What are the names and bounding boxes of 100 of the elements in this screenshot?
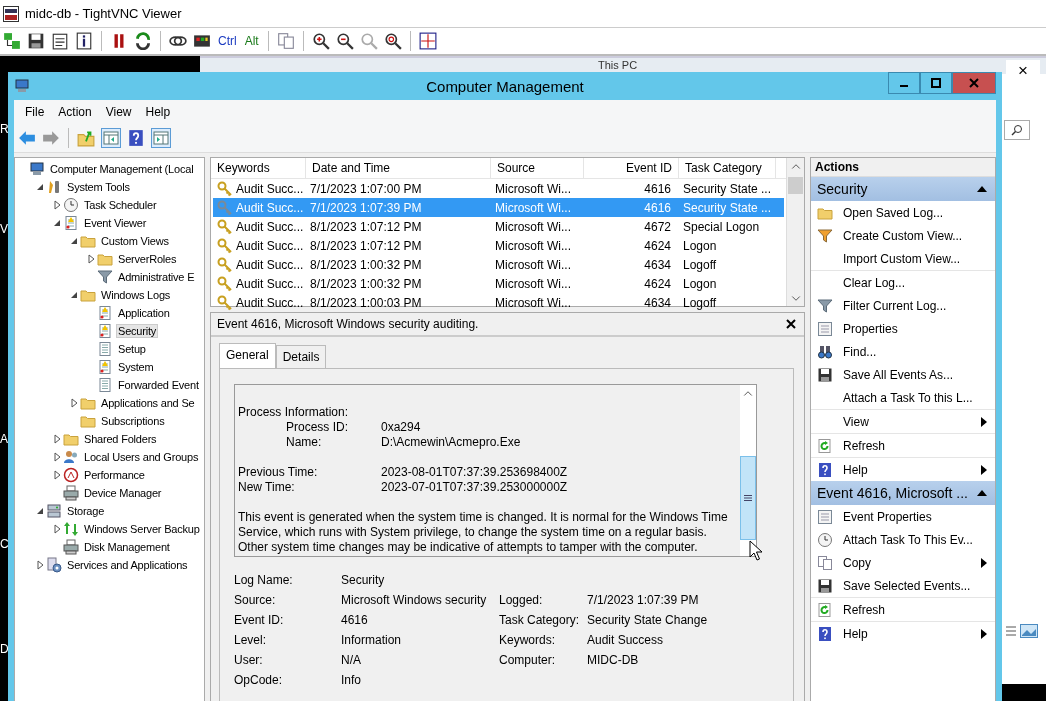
refresh-icon[interactable] <box>134 32 152 50</box>
tree-item[interactable]: Setup <box>116 342 148 356</box>
tree-item[interactable]: Forwarded Event <box>116 378 201 392</box>
expand-arrow-icon[interactable] <box>51 523 63 535</box>
tree-item[interactable]: Event Viewer <box>82 216 149 230</box>
tree-item[interactable]: Storage <box>65 504 107 518</box>
event-row[interactable]: Audit Succ... 8/1/2023 1:00:32 PM Microsoft Wi... 4634 Logoff <box>213 255 784 274</box>
scrollbar-thumb[interactable] <box>740 456 756 540</box>
ctrl-key-button[interactable]: Ctrl <box>217 34 238 48</box>
tree-item[interactable]: System <box>116 360 156 374</box>
scrollbar[interactable] <box>786 158 804 306</box>
alt-key-button[interactable]: Alt <box>243 34 260 48</box>
event-row[interactable]: Audit Succ... 8/1/2023 1:07:12 PM Microsoft Wi... 4624 Logon <box>213 236 784 255</box>
column-header[interactable]: Keywords <box>211 158 306 178</box>
picture-view-icon[interactable] <box>1020 624 1038 638</box>
save-icon[interactable] <box>27 32 45 50</box>
pane-command[interactable]: Save All Events As... <box>811 363 995 386</box>
clipboard-icon[interactable] <box>276 32 295 50</box>
expand-arrow-icon[interactable] <box>51 199 63 211</box>
pane-command[interactable]: Clear Log... <box>811 270 995 294</box>
pane-command[interactable]: Properties <box>811 317 995 340</box>
tree-item[interactable]: Device Manager <box>82 486 164 500</box>
event-row[interactable]: Audit Succ... 8/1/2023 1:00:32 PM Microsoft Wi... 4624 Logon <box>213 274 784 293</box>
tree-item[interactable]: Windows Server Backup <box>82 522 202 536</box>
tree-item[interactable]: ServerRoles <box>116 252 179 266</box>
table-cell-text: 4616 <box>643 181 672 196</box>
pane-command[interactable]: Help <box>811 621 995 645</box>
connection-icon[interactable] <box>3 32 21 50</box>
show-actions-toggle[interactable] <box>151 128 171 148</box>
expand-arrow-icon[interactable] <box>34 559 46 571</box>
tree-item[interactable]: Security <box>116 324 159 338</box>
expand-arrow-icon[interactable] <box>51 433 63 445</box>
pane-command[interactable]: Refresh <box>811 433 995 457</box>
column-header[interactable]: Date and Time <box>306 158 491 178</box>
section-header[interactable]: Security <box>811 177 995 201</box>
table-cell-text: 4624 <box>643 276 672 291</box>
fullscreen-icon[interactable] <box>418 32 437 50</box>
event-row[interactable]: Audit Succ... 8/1/2023 1:07:12 PM Microsoft Wi... 4672 Special Logon <box>213 217 784 236</box>
maximize-button[interactable] <box>920 72 952 94</box>
tree-item[interactable]: Custom Views <box>99 234 171 248</box>
expand-arrow-icon[interactable] <box>68 397 80 409</box>
tree-item[interactable]: Subscriptions <box>99 414 167 428</box>
scrollbar[interactable] <box>740 385 756 556</box>
pane-command[interactable]: View <box>811 409 995 433</box>
tree-item[interactable]: Local Users and Groups <box>82 450 201 464</box>
pane-command[interactable]: Event Properties <box>811 505 995 528</box>
field-label: OpCode: <box>234 673 284 687</box>
tree-item[interactable]: Administrative E <box>116 270 197 284</box>
column-header[interactable]: Task Category <box>679 158 776 178</box>
options-icon[interactable] <box>51 32 69 50</box>
tree-item[interactable]: Performance <box>82 468 147 482</box>
pane-command[interactable]: Copy <box>811 551 995 574</box>
event-row[interactable]: Audit Succ... 7/1/2023 1:07:00 PM Microsoft Wi... 4616 Security State ... <box>213 179 784 198</box>
pane-command[interactable]: Filter Current Log... <box>811 294 995 317</box>
menu-item[interactable]: View <box>98 103 139 121</box>
expand-arrow-icon[interactable] <box>51 451 63 463</box>
menu-item[interactable]: Help <box>138 103 178 121</box>
pane-command[interactable]: Open Saved Log... <box>811 201 995 224</box>
up-folder-icon[interactable] <box>77 129 95 147</box>
expand-arrow-icon[interactable] <box>51 469 63 481</box>
menu-item[interactable]: Action <box>51 103 99 121</box>
minimize-button[interactable] <box>888 72 920 94</box>
close-button[interactable] <box>952 72 996 94</box>
tree-item[interactable]: Application <box>116 306 172 320</box>
section-header[interactable]: Event 4616, Microsoft ... <box>811 481 995 505</box>
column-header[interactable]: Event ID <box>584 158 679 178</box>
section-heading: Process Information: <box>238 405 349 420</box>
scrollbar-thumb[interactable] <box>788 177 803 194</box>
menu-item[interactable]: File <box>18 103 52 121</box>
pane-command[interactable]: Find... <box>811 340 995 363</box>
show-tree-toggle[interactable] <box>101 128 121 148</box>
pane-command[interactable]: Import Custom View... <box>811 247 995 270</box>
pane-command[interactable]: Refresh <box>811 597 995 621</box>
search-field[interactable] <box>1004 120 1030 140</box>
event-row[interactable]: Audit Succ... 8/1/2023 1:00:03 PM Microsoft Wi... 4634 Logoff <box>213 293 784 312</box>
pane-command[interactable]: Attach Task To This Ev... <box>811 528 995 551</box>
zoom-fit-icon[interactable] <box>383 32 402 50</box>
tree-item[interactable]: Shared Folders <box>82 432 159 446</box>
tree-item[interactable]: Windows Logs <box>99 288 173 302</box>
zoom-in-icon[interactable] <box>311 32 330 50</box>
pane-command[interactable]: Create Custom View... <box>811 224 995 247</box>
tree-item[interactable]: Task Scheduler <box>82 198 159 212</box>
tree-item[interactable]: Disk Management <box>82 540 172 554</box>
tab[interactable]: General <box>219 343 276 369</box>
tree-item[interactable]: Applications and Se <box>99 396 197 410</box>
expand-arrow-icon[interactable] <box>85 253 97 265</box>
tree-item[interactable]: Services and Applications <box>65 558 190 572</box>
tree-item[interactable]: Computer Management (Local <box>48 162 196 176</box>
pane-command[interactable]: Attach a Task To this L... <box>811 386 995 409</box>
zoom-out-icon[interactable] <box>335 32 354 50</box>
back-arrow-icon[interactable] <box>18 129 36 147</box>
info-icon[interactable] <box>75 32 93 50</box>
tab[interactable]: Details <box>275 345 327 368</box>
help-icon[interactable] <box>127 129 145 147</box>
close-icon[interactable] <box>786 319 796 329</box>
keyboard-icon[interactable] <box>193 32 211 50</box>
pane-command[interactable]: Save Selected Events... <box>811 574 995 597</box>
column-header[interactable]: Source <box>491 158 584 178</box>
tree-item[interactable]: System Tools <box>65 180 132 194</box>
forward-arrow-icon[interactable] <box>42 129 60 147</box>
